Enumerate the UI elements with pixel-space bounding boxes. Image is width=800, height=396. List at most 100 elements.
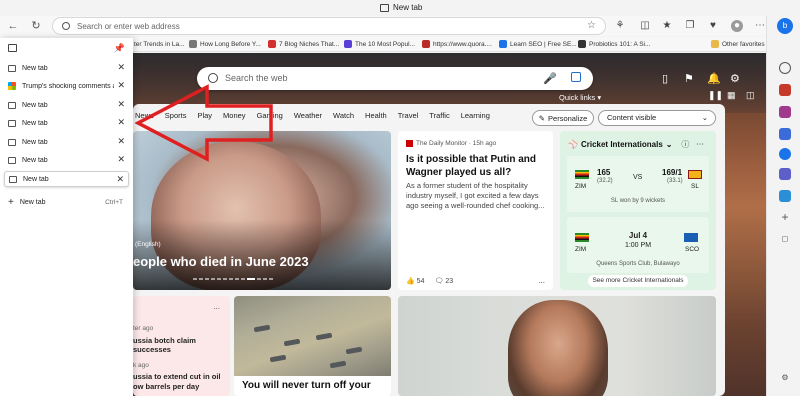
- close-tab-icon[interactable]: ✕: [117, 136, 125, 147]
- quick-links[interactable]: Quick links ▾: [559, 93, 601, 102]
- carousel-dot[interactable]: [217, 278, 221, 280]
- tab-actions-icon[interactable]: [8, 44, 17, 52]
- pause-icon[interactable]: ❚❚: [708, 90, 723, 101]
- shopping-icon[interactable]: [779, 84, 791, 96]
- personalize-button[interactable]: ✎ Personalize: [532, 110, 594, 126]
- settings-gear-icon[interactable]: ⚙: [779, 372, 791, 384]
- carousel-dot[interactable]: [229, 278, 233, 280]
- carousel-dot[interactable]: [199, 278, 203, 280]
- list-item-headline[interactable]: ussia to extend cut in oil ow barrels pe…: [133, 372, 225, 392]
- carousel-dot[interactable]: [211, 278, 215, 280]
- extensions-icon[interactable]: ⚘: [614, 20, 626, 32]
- tab-health[interactable]: Health: [365, 111, 387, 120]
- favorite-item[interactable]: Learn SEO | Free SE...: [499, 38, 577, 50]
- more-options-button[interactable]: ...: [538, 276, 545, 285]
- vertical-tab[interactable]: New tab ✕: [4, 152, 129, 168]
- vertical-tab[interactable]: New tab ✕: [4, 60, 129, 76]
- close-tab-icon[interactable]: ✕: [117, 117, 125, 128]
- more-options-icon[interactable]: ⋯: [754, 20, 766, 32]
- split-screen-icon[interactable]: ◫: [639, 20, 651, 32]
- match-result-card[interactable]: ZIM 165 (32.2) VS 169/1 (33.1) SL SL won…: [567, 156, 709, 212]
- close-tab-icon[interactable]: ✕: [117, 80, 125, 91]
- carousel-dot[interactable]: [223, 278, 227, 280]
- favorite-item[interactable]: 7 Blog Niches That...: [268, 38, 339, 50]
- favorite-item[interactable]: The 10 Most Popul...: [344, 38, 415, 50]
- see-more-cricket-button[interactable]: See more Cricket Internationals: [588, 275, 688, 287]
- upcoming-match-card[interactable]: ZIM Jul 4 1:00 PM SCO Queens Sports Club…: [567, 217, 709, 273]
- list-item-headline[interactable]: ussia botch claim successes: [133, 336, 230, 354]
- close-tab-icon[interactable]: ✕: [117, 62, 125, 73]
- refresh-icon[interactable]: ↻: [29, 19, 43, 33]
- other-favorites[interactable]: Other favorites: [711, 38, 765, 50]
- visual-search-icon[interactable]: [571, 72, 581, 82]
- favorite-item[interactable]: How Long Before Y...: [189, 38, 261, 50]
- carousel-dot[interactable]: [205, 278, 209, 280]
- like-count: 54: [416, 278, 425, 285]
- rewards-icon[interactable]: ⚑: [684, 72, 694, 85]
- carousel-dot[interactable]: [263, 278, 267, 280]
- carousel-dots[interactable]: [193, 278, 273, 280]
- jets-story-card[interactable]: You will never turn off your: [234, 296, 391, 396]
- tab-weather[interactable]: Weather: [294, 111, 322, 120]
- collections-icon[interactable]: ❐: [684, 20, 696, 32]
- like-button[interactable]: 👍 54: [406, 277, 424, 285]
- add-icon[interactable]: +: [779, 211, 791, 223]
- new-tab-label: New tab: [19, 198, 46, 206]
- photo-story-card[interactable]: [398, 296, 716, 396]
- page-settings-gear-icon[interactable]: ⚙: [730, 72, 740, 85]
- cricket-card[interactable]: ⚾ Cricket Internationals ⌄ ⓘ ⋯ ZIM 165 (…: [560, 131, 716, 290]
- tab-traffic[interactable]: Traffic: [429, 111, 449, 120]
- microphone-icon[interactable]: 🎤: [543, 72, 557, 85]
- carousel-dot[interactable]: [235, 278, 239, 280]
- close-tab-icon[interactable]: ✕: [117, 99, 125, 110]
- vertical-tab[interactable]: Trump's shocking comments abo ✕: [4, 78, 129, 94]
- vertical-tab[interactable]: New tab ✕: [4, 97, 129, 113]
- info-icon[interactable]: ⓘ: [681, 140, 689, 149]
- article-title[interactable]: Is it possible that Putin and Wagner pla…: [406, 153, 546, 179]
- tab-learning[interactable]: Learning: [461, 111, 490, 120]
- news-list-card[interactable]: ... ter ago ussia botch claim successes …: [133, 296, 230, 396]
- office-icon[interactable]: [779, 148, 791, 160]
- tab-watch[interactable]: Watch: [333, 111, 354, 120]
- favorite-item[interactable]: Probiotics 101: A Si...: [578, 38, 650, 50]
- comment-button[interactable]: 🗨 23: [434, 277, 453, 285]
- pin-pane-icon[interactable]: 📌: [114, 43, 125, 54]
- favorite-item[interactable]: ter Trends in La...: [134, 38, 185, 50]
- new-tab-button[interactable]: + New tab Ctrl+T: [4, 195, 129, 209]
- carousel-dot[interactable]: [257, 278, 261, 280]
- favorite-item[interactable]: https://www.quora....: [422, 38, 492, 50]
- close-tab-icon[interactable]: ✕: [116, 174, 124, 185]
- performance-icon[interactable]: ♥: [707, 20, 719, 32]
- close-tab-icon[interactable]: ✕: [117, 154, 125, 165]
- favorites-icon[interactable]: ★: [661, 20, 673, 32]
- tab-travel[interactable]: Travel: [398, 111, 419, 120]
- vertical-tab[interactable]: New tab ✕: [4, 134, 129, 150]
- outlook-icon[interactable]: [779, 168, 791, 180]
- notifications-bell-icon[interactable]: 🔔: [707, 72, 721, 85]
- carousel-dot[interactable]: [269, 278, 273, 280]
- image-info-icon[interactable]: ▦: [727, 90, 736, 101]
- carousel-dot-active[interactable]: [247, 278, 255, 280]
- carousel-dot[interactable]: [241, 278, 245, 280]
- layout-icon[interactable]: ◫: [746, 90, 755, 101]
- window-tab-title[interactable]: New tab: [380, 3, 422, 12]
- games-icon[interactable]: [779, 128, 791, 140]
- carousel-dot[interactable]: [193, 278, 197, 280]
- news-article-card[interactable]: The Daily Monitor · 15h ago Is it possib…: [398, 131, 553, 290]
- app-launcher-icon[interactable]: ▯: [662, 72, 668, 85]
- profile-avatar[interactable]: ●: [731, 20, 743, 32]
- sidebar-hide-icon[interactable]: ◻: [779, 233, 791, 245]
- vertical-tab[interactable]: New tab ✕: [4, 115, 129, 131]
- address-bar[interactable]: Search or enter web address ☆: [52, 17, 606, 35]
- vertical-tab-active[interactable]: New tab ✕: [4, 171, 129, 187]
- more-options-button[interactable]: ...: [213, 302, 220, 311]
- search-icon[interactable]: [779, 62, 791, 74]
- content-visible-dropdown[interactable]: Content visible ⌄: [598, 110, 716, 126]
- story-caption: You will never turn off your: [242, 380, 371, 391]
- drop-icon[interactable]: [779, 190, 791, 202]
- back-arrow-icon[interactable]: ←: [6, 19, 20, 33]
- favorite-star-icon[interactable]: ☆: [587, 20, 596, 31]
- more-options-icon[interactable]: ⋯: [696, 140, 704, 149]
- tools-icon[interactable]: [779, 106, 791, 118]
- bing-chat-icon[interactable]: b: [777, 18, 793, 34]
